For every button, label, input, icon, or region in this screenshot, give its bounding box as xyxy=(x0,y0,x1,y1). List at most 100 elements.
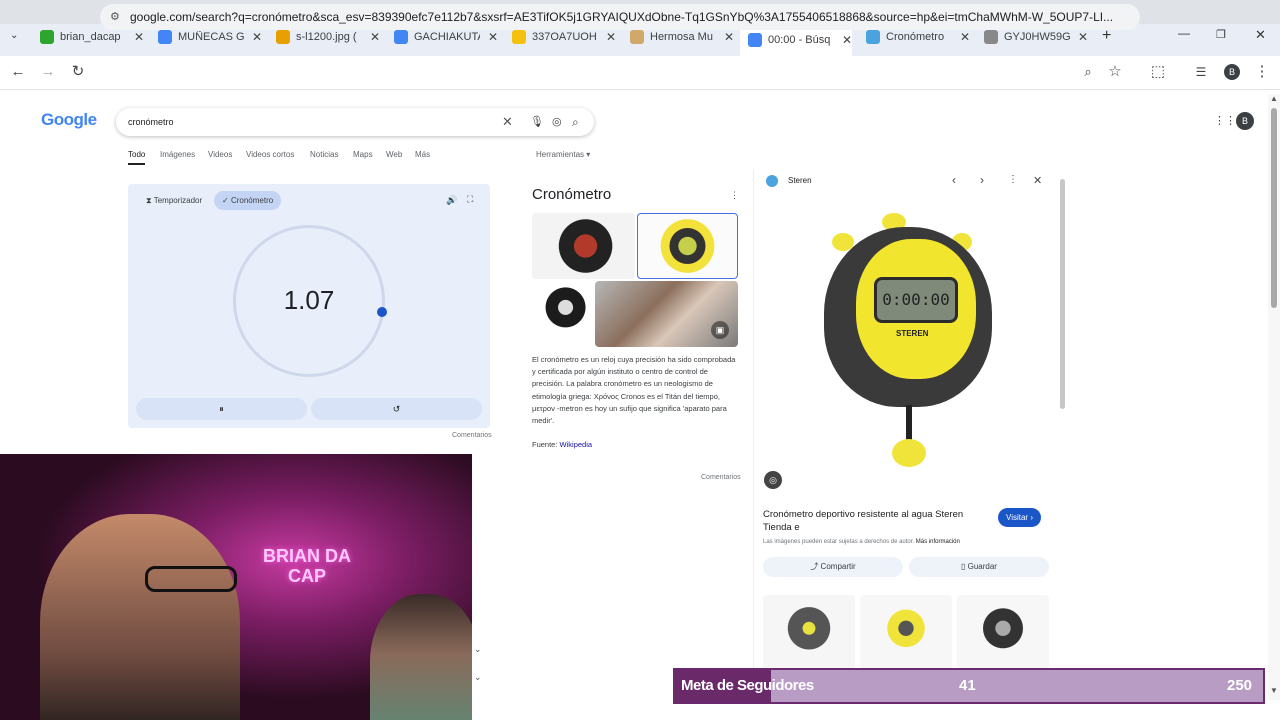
product-brand: STEREN xyxy=(896,329,929,338)
nav-tab-0[interactable]: Todo xyxy=(128,150,146,165)
stopwatch-tab[interactable]: ✓ Cronómetro xyxy=(214,191,282,210)
timer-tab[interactable]: ⧗ Temporizador xyxy=(138,191,210,210)
reset-button[interactable]: ↺ xyxy=(311,398,482,420)
tab-close-icon[interactable]: ✕ xyxy=(370,30,380,44)
search-icon[interactable]: ⌕ xyxy=(572,108,579,136)
site-favicon-icon xyxy=(766,175,778,187)
tab-close-icon[interactable]: ✕ xyxy=(842,33,852,47)
collapse-icon-2[interactable]: ⌄ xyxy=(474,672,482,683)
search-input[interactable]: cronómetro ✕ 🎙 ◎ ⌕ xyxy=(116,108,594,136)
google-logo[interactable]: Google xyxy=(41,110,97,130)
viewer-site-name[interactable]: Steren xyxy=(788,176,812,185)
back-icon[interactable]: ← xyxy=(8,62,28,82)
tab-favicon-icon xyxy=(866,30,880,44)
address-bar[interactable]: ⚙ google.com/search?q=cronómetro&sca_esv… xyxy=(100,4,1140,30)
site-info-icon[interactable]: ⚙ xyxy=(110,4,120,30)
related-image-3[interactable] xyxy=(957,595,1049,669)
product-image[interactable]: 0:00:00 STEREN xyxy=(814,209,1004,499)
tab-favicon-icon xyxy=(394,30,408,44)
minimize-button[interactable]: — xyxy=(1178,26,1190,40)
kp-image-2[interactable] xyxy=(637,213,738,279)
share-label: Compartir xyxy=(820,562,856,571)
bookmark-star-icon[interactable]: ☆ xyxy=(1105,62,1125,82)
apps-grid-icon[interactable]: ⋮⋮ xyxy=(1214,114,1236,127)
visit-label: Visitar xyxy=(1006,513,1029,522)
viewer-close-icon[interactable]: ✕ xyxy=(1033,174,1042,187)
scroll-thumb[interactable] xyxy=(1271,108,1277,308)
tab-favicon-icon xyxy=(984,30,998,44)
tab-close-icon[interactable]: ✕ xyxy=(1078,30,1088,44)
rights-text: Las imágenes pueden estar sujetas a dere… xyxy=(763,539,960,545)
collapse-icon[interactable]: ⌄ xyxy=(474,644,482,655)
profile-avatar[interactable]: B xyxy=(1224,64,1240,80)
nav-tab-3[interactable]: Videos cortos xyxy=(246,150,294,159)
follower-goal-current: 41 xyxy=(959,677,976,694)
tab-close-icon[interactable]: ✕ xyxy=(724,30,734,44)
sound-icon[interactable]: 🔊 xyxy=(446,195,457,206)
tools-button[interactable]: Herramientas ▾ xyxy=(536,150,590,159)
save-label: Guardar xyxy=(967,562,997,571)
tab-favicon-icon xyxy=(512,30,526,44)
stopwatch-feedback-link[interactable]: Comentarios xyxy=(452,432,492,439)
reload-icon[interactable]: ↻ xyxy=(68,62,88,82)
lens-search-icon[interactable]: ◎ xyxy=(552,108,562,136)
tab-close-icon[interactable]: ✕ xyxy=(134,30,144,44)
tab-close-icon[interactable]: ✕ xyxy=(252,30,262,44)
kp-feedback-link[interactable]: Comentarios xyxy=(701,474,741,481)
viewer-next-icon[interactable]: › xyxy=(980,173,984,187)
product-lcd: 0:00:00 xyxy=(874,277,958,323)
visit-button[interactable]: Visitar › xyxy=(998,508,1041,527)
related-image-2[interactable] xyxy=(860,595,952,669)
nav-tab-5[interactable]: Maps xyxy=(353,150,373,159)
nav-tab-4[interactable]: Noticias xyxy=(310,150,338,159)
tab-close-icon[interactable]: ✕ xyxy=(488,30,498,44)
tab-favicon-icon xyxy=(158,30,172,44)
extensions-icon[interactable]: ⬚ xyxy=(1148,62,1168,82)
nav-tab-7[interactable]: Más xyxy=(415,150,430,159)
kp-image-3[interactable] xyxy=(532,281,593,347)
tab-title: Hermosa Mu xyxy=(650,31,713,43)
zoom-icon[interactable]: ⌕ xyxy=(1078,62,1098,82)
google-account-avatar[interactable]: B xyxy=(1236,112,1254,130)
page-scrollbar[interactable]: ▲ ▼ xyxy=(1268,94,1280,700)
viewer-scrollbar[interactable] xyxy=(1060,179,1065,409)
forward-icon[interactable]: → xyxy=(38,62,58,82)
timer-tab-label: Temporizador xyxy=(153,196,203,205)
voice-search-icon[interactable]: 🎙 xyxy=(530,108,544,136)
fullscreen-icon[interactable]: ⛶ xyxy=(467,194,473,205)
pause-button[interactable]: ⏸ xyxy=(136,398,307,420)
tab-title: brian_dacap xyxy=(60,31,121,43)
lens-icon[interactable]: ◎ xyxy=(764,471,782,489)
scroll-down-icon[interactable]: ▼ xyxy=(1270,686,1278,695)
more-info-link[interactable]: Más información xyxy=(916,539,960,545)
viewer-prev-icon[interactable]: ‹ xyxy=(952,173,956,187)
image-gallery-icon[interactable]: ▣ xyxy=(711,321,729,339)
glasses-left xyxy=(145,566,237,592)
kp-image-1[interactable] xyxy=(532,213,635,279)
nav-tab-6[interactable]: Web xyxy=(386,150,402,159)
tab-search-icon[interactable]: ⌄ xyxy=(10,30,18,41)
share-button[interactable]: ⤴ Compartir xyxy=(763,557,903,577)
close-window-button[interactable]: ✕ xyxy=(1255,27,1266,43)
browser-menu-icon[interactable]: ⋮ xyxy=(1252,62,1272,82)
kp-more-icon[interactable]: ⋮ xyxy=(730,190,739,201)
wikipedia-link[interactable]: Wikipedia xyxy=(560,440,593,449)
clear-search-icon[interactable]: ✕ xyxy=(502,108,513,136)
tab-title: Cronómetro xyxy=(886,31,945,43)
nav-tab-1[interactable]: Imágenes xyxy=(160,150,195,159)
kp-image-4[interactable]: ▣ xyxy=(595,281,738,347)
viewer-more-icon[interactable]: ⋮ xyxy=(1008,174,1018,185)
tab-title: GACHIAKUTA xyxy=(414,31,480,43)
tab-close-icon[interactable]: ✕ xyxy=(960,30,970,44)
viewer-caption[interactable]: Cronómetro deportivo resistente al agua … xyxy=(763,508,988,534)
follower-goal-target: 250 xyxy=(1227,677,1253,694)
tab-close-icon[interactable]: ✕ xyxy=(606,30,616,44)
scroll-up-icon[interactable]: ▲ xyxy=(1270,94,1278,103)
media-controls-icon[interactable]: ☰ xyxy=(1191,62,1211,82)
related-image-1[interactable] xyxy=(763,595,855,669)
restore-button[interactable]: ❐ xyxy=(1216,28,1226,41)
tab-title: GYJ0HW59G xyxy=(1004,31,1070,43)
nav-tab-2[interactable]: Videos xyxy=(208,150,232,159)
save-button[interactable]: ▯ Guardar xyxy=(909,557,1049,577)
stopwatch-tab-label: Cronómetro xyxy=(230,196,274,205)
